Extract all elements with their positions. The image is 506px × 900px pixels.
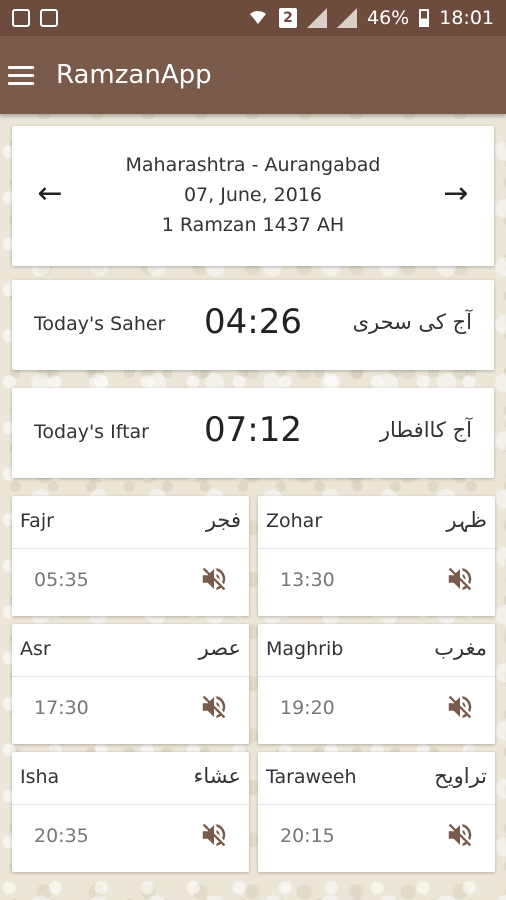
prayer-header: Maghrib مغرب <box>258 624 495 677</box>
date-info: Maharashtra - Aurangabad 07, June, 2016 … <box>72 150 434 240</box>
prayer-header: Taraweeh تراویح <box>258 752 495 805</box>
prayer-urdu-name: فجر <box>205 508 241 532</box>
next-day-arrow-icon[interactable]: → <box>436 174 476 214</box>
prayer-name: Zohar <box>266 510 323 532</box>
battery-icon <box>419 9 430 27</box>
prayer-card-zohar: Zohar ظہر 13:30 <box>258 496 495 616</box>
previous-day-arrow-icon[interactable]: ← <box>30 174 70 214</box>
wifi-icon <box>247 6 269 31</box>
signal-icon-2 <box>337 8 357 28</box>
mute-icon[interactable] <box>445 820 475 850</box>
mute-icon[interactable] <box>445 692 475 722</box>
mute-icon[interactable] <box>445 564 475 594</box>
gallery-icon <box>12 9 30 27</box>
hijri-date: 1 Ramzan 1437 AH <box>161 214 345 236</box>
prayer-time: 13:30 <box>280 569 335 591</box>
prayer-name: Isha <box>20 766 60 788</box>
prayer-time: 17:30 <box>34 697 89 719</box>
prayer-time: 19:20 <box>280 697 335 719</box>
mute-icon[interactable] <box>199 820 229 850</box>
iftar-urdu-label: آج کاافطار <box>379 418 472 442</box>
clock: 18:01 <box>439 7 494 29</box>
app-bar: RamzanApp <box>0 36 506 114</box>
prayer-urdu-name: مغرب <box>434 636 487 660</box>
saher-card: Today's Saher 04:26 آج کی سحری <box>12 280 494 370</box>
prayer-name: Fajr <box>20 510 54 532</box>
mute-icon[interactable] <box>199 692 229 722</box>
prayer-header: Fajr فجر <box>12 496 249 549</box>
prayer-card-isha: Isha عشاء 20:35 <box>12 752 249 872</box>
prayer-name: Asr <box>20 638 51 660</box>
prayer-card-maghrib: Maghrib مغرب 19:20 <box>258 624 495 744</box>
prayer-card-taraweeh: Taraweeh تراویح 20:15 <box>258 752 495 872</box>
location-text: Maharashtra - Aurangabad <box>125 154 381 176</box>
prayer-name: Maghrib <box>266 638 344 660</box>
schedule-icon <box>40 9 58 27</box>
saher-urdu-label: آج کی سحری <box>352 310 472 334</box>
date-card: ← Maharashtra - Aurangabad 07, June, 201… <box>12 126 494 266</box>
prayer-time: 20:15 <box>280 825 335 847</box>
prayer-header: Zohar ظہر <box>258 496 495 549</box>
prayer-urdu-name: ظہر <box>446 508 487 532</box>
mute-icon[interactable] <box>199 564 229 594</box>
prayer-urdu-name: عشاء <box>193 764 241 788</box>
status-bar: 2 46% 18:01 <box>0 0 506 36</box>
prayer-time: 20:35 <box>34 825 89 847</box>
prayer-header: Isha عشاء <box>12 752 249 805</box>
iftar-card: Today's Iftar 07:12 آج کاافطار <box>12 388 494 478</box>
menu-icon[interactable] <box>8 65 34 85</box>
prayer-card-fajr: Fajr فجر 05:35 <box>12 496 249 616</box>
prayer-urdu-name: عصر <box>198 636 241 660</box>
prayer-name: Taraweeh <box>266 766 357 788</box>
prayer-urdu-name: تراویح <box>434 764 487 788</box>
sim-indicator: 2 <box>279 8 297 28</box>
status-left <box>12 9 58 27</box>
battery-percent: 46% <box>367 7 410 29</box>
signal-icon <box>307 8 327 28</box>
prayer-header: Asr عصر <box>12 624 249 677</box>
status-right: 2 46% 18:01 <box>247 6 494 31</box>
prayer-time: 05:35 <box>34 569 89 591</box>
prayer-card-asr: Asr عصر 17:30 <box>12 624 249 744</box>
gregorian-date: 07, June, 2016 <box>183 184 323 206</box>
app-title: RamzanApp <box>56 60 212 90</box>
